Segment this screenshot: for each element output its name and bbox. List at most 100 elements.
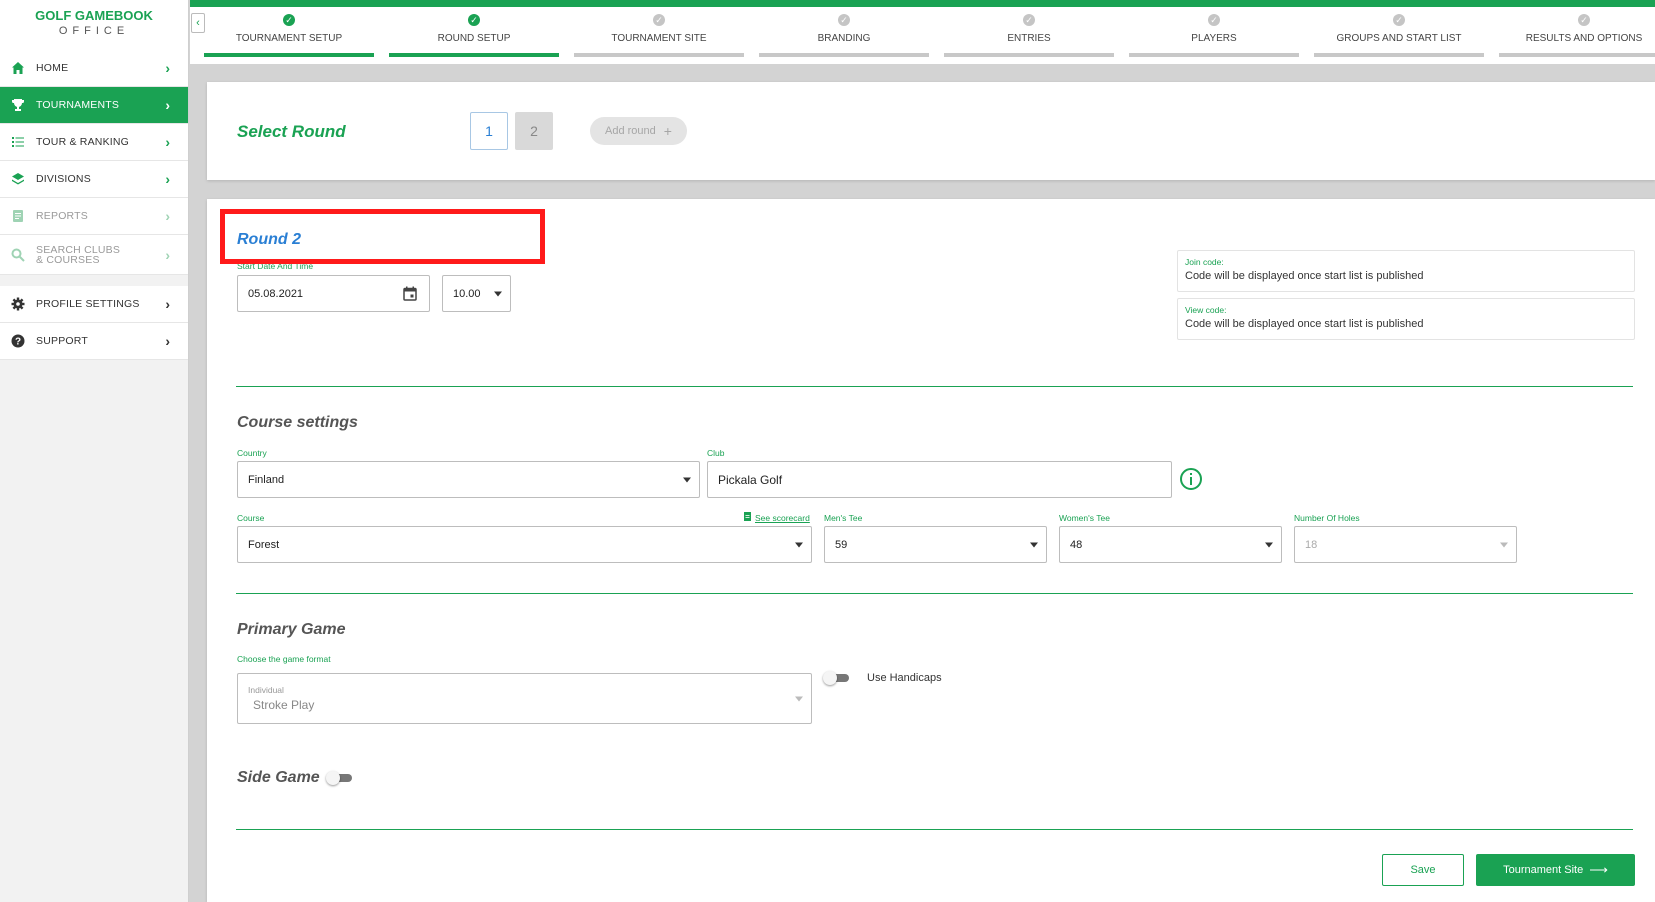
view-code-value: Code will be displayed once start list i… bbox=[1185, 318, 1424, 330]
sidebar-item-divisions[interactable]: DIVISIONS › bbox=[0, 161, 188, 198]
course-select[interactable]: Forest bbox=[237, 526, 812, 563]
round-1-button[interactable]: 1 bbox=[470, 112, 508, 150]
chevron-down-icon bbox=[795, 696, 803, 701]
chevron-down-icon bbox=[795, 542, 803, 547]
check-icon: ✓ bbox=[1023, 14, 1035, 26]
step-label: RESULTS AND OPTIONS bbox=[1525, 33, 1643, 44]
step-progress-bar bbox=[574, 53, 744, 57]
chevron-right-icon: › bbox=[165, 60, 170, 76]
start-date-input[interactable]: 05.08.2021 bbox=[237, 275, 430, 312]
step-progress-bar bbox=[944, 53, 1114, 57]
logo[interactable]: GOLF GAMEBOOK OFFICE bbox=[0, 0, 188, 50]
toggle-knob bbox=[326, 771, 340, 785]
join-code-value: Code will be displayed once start list i… bbox=[1185, 270, 1424, 282]
chevron-left-icon: ‹ bbox=[196, 17, 200, 29]
tournament-site-label: Tournament Site bbox=[1503, 864, 1584, 876]
tournament-site-button[interactable]: Tournament Site ⟶ bbox=[1476, 854, 1635, 886]
check-icon: ✓ bbox=[1208, 14, 1220, 26]
step-progress-bar bbox=[204, 53, 374, 57]
save-button[interactable]: Save bbox=[1382, 854, 1464, 886]
section-divider bbox=[236, 829, 1633, 830]
step-round-setup[interactable]: ✓ ROUND SETUP bbox=[389, 14, 559, 57]
report-icon bbox=[10, 208, 26, 224]
section-divider bbox=[236, 593, 1633, 594]
step-players[interactable]: ✓ PLAYERS bbox=[1129, 14, 1299, 57]
womens-tee-select[interactable]: 48 bbox=[1059, 526, 1282, 563]
sidebar-item-support[interactable]: ? SUPPORT › bbox=[0, 323, 188, 360]
holes-label: Number Of Holes bbox=[1294, 513, 1360, 523]
sidebar-spacer bbox=[0, 275, 188, 286]
game-format-label: Choose the game format bbox=[237, 654, 331, 664]
step-results-options[interactable]: ✓ RESULTS AND OPTIONS bbox=[1499, 14, 1655, 57]
club-input[interactable]: Pickala Golf bbox=[707, 461, 1172, 498]
holes-select[interactable]: 18 bbox=[1294, 526, 1517, 563]
mens-tee-value: 59 bbox=[835, 538, 848, 551]
chevron-down-icon bbox=[494, 291, 502, 296]
sidebar-item-search-clubs[interactable]: SEARCH CLUBS & COURSES › bbox=[0, 235, 188, 275]
sidebar-item-label: HOME bbox=[36, 62, 69, 74]
chevron-down-icon bbox=[1500, 542, 1508, 547]
view-code-box: View code: Code will be displayed once s… bbox=[1177, 298, 1635, 340]
trophy-icon bbox=[10, 97, 26, 113]
round-title-highlight bbox=[220, 209, 545, 264]
chevron-right-icon: › bbox=[165, 208, 170, 224]
sidebar-item-label: SEARCH CLUBS & COURSES bbox=[36, 243, 121, 266]
step-entries[interactable]: ✓ ENTRIES bbox=[944, 14, 1114, 57]
join-code-label: Join code: bbox=[1185, 257, 1224, 267]
home-icon bbox=[10, 60, 26, 76]
svg-text:?: ? bbox=[15, 337, 21, 348]
check-icon: ✓ bbox=[1578, 14, 1590, 26]
start-time-value: 10.00 bbox=[453, 287, 481, 300]
course-settings-title: Course settings bbox=[237, 414, 358, 431]
step-tournament-setup[interactable]: ✓ TOURNAMENT SETUP bbox=[204, 14, 374, 57]
arrow-right-icon: ⟶ bbox=[1589, 862, 1608, 877]
start-time-select[interactable]: 10.00 bbox=[442, 275, 511, 312]
step-label: PLAYERS bbox=[1191, 33, 1237, 44]
sidebar-item-label: DIVISIONS bbox=[36, 173, 91, 185]
side-game-toggle[interactable] bbox=[326, 771, 352, 785]
step-label: GROUPS AND START LIST bbox=[1336, 33, 1462, 44]
chevron-right-icon: › bbox=[165, 97, 170, 113]
country-select[interactable]: Finland bbox=[237, 461, 700, 498]
sidebar-item-profile-settings[interactable]: PROFILE SETTINGS › bbox=[0, 286, 188, 323]
sidebar-item-tournaments[interactable]: TOURNAMENTS › bbox=[0, 87, 188, 124]
step-groups-start-list[interactable]: ✓ GROUPS AND START LIST bbox=[1314, 14, 1484, 57]
round-settings-panel: Round 2 Start Date And Time 05.08.2021 1… bbox=[207, 199, 1655, 902]
check-icon: ✓ bbox=[468, 14, 480, 26]
see-scorecard-link[interactable]: See scorecard bbox=[744, 512, 810, 523]
sidebar-item-label: REPORTS bbox=[36, 210, 88, 222]
use-handicaps-toggle[interactable] bbox=[823, 671, 849, 685]
chevron-right-icon: › bbox=[165, 333, 170, 349]
chevron-right-icon: › bbox=[165, 296, 170, 312]
round-2-button[interactable]: 2 bbox=[515, 112, 553, 150]
add-round-label: Add round bbox=[605, 125, 656, 137]
check-icon: ✓ bbox=[1393, 14, 1405, 26]
document-icon bbox=[744, 512, 751, 523]
add-round-button[interactable]: Add round + bbox=[590, 117, 687, 145]
collapse-sidebar-button[interactable]: ‹ bbox=[191, 13, 205, 33]
sidebar-item-reports[interactable]: REPORTS › bbox=[0, 198, 188, 235]
sidebar: GOLF GAMEBOOK OFFICE HOME › TOURNAMENTS … bbox=[0, 0, 189, 902]
calendar-icon[interactable] bbox=[403, 286, 417, 304]
club-value: Pickala Golf bbox=[718, 472, 783, 487]
step-branding[interactable]: ✓ BRANDING bbox=[759, 14, 929, 57]
mens-tee-select[interactable]: 59 bbox=[824, 526, 1047, 563]
mens-tee-label: Men's Tee bbox=[824, 513, 863, 523]
info-icon[interactable] bbox=[1179, 467, 1203, 496]
sidebar-item-label: PROFILE SETTINGS bbox=[36, 298, 140, 310]
check-icon: ✓ bbox=[653, 14, 665, 26]
section-divider bbox=[236, 386, 1633, 387]
step-label: ENTRIES bbox=[1007, 33, 1051, 44]
sidebar-item-tour-ranking[interactable]: TOUR & RANKING › bbox=[0, 124, 188, 161]
logo-subtitle: OFFICE bbox=[58, 25, 130, 37]
step-tournament-site[interactable]: ✓ TOURNAMENT SITE bbox=[574, 14, 744, 57]
holes-value: 18 bbox=[1305, 538, 1318, 551]
game-format-value: Stroke Play bbox=[253, 698, 315, 712]
game-format-select[interactable]: Individual Stroke Play bbox=[237, 673, 812, 724]
sidebar-item-home[interactable]: HOME › bbox=[0, 50, 188, 87]
chevron-down-icon bbox=[683, 477, 691, 482]
start-date-value: 05.08.2021 bbox=[248, 287, 304, 300]
side-game-title: Side Game bbox=[237, 769, 320, 786]
course-value: Forest bbox=[248, 538, 280, 551]
view-code-label: View code: bbox=[1185, 305, 1227, 315]
